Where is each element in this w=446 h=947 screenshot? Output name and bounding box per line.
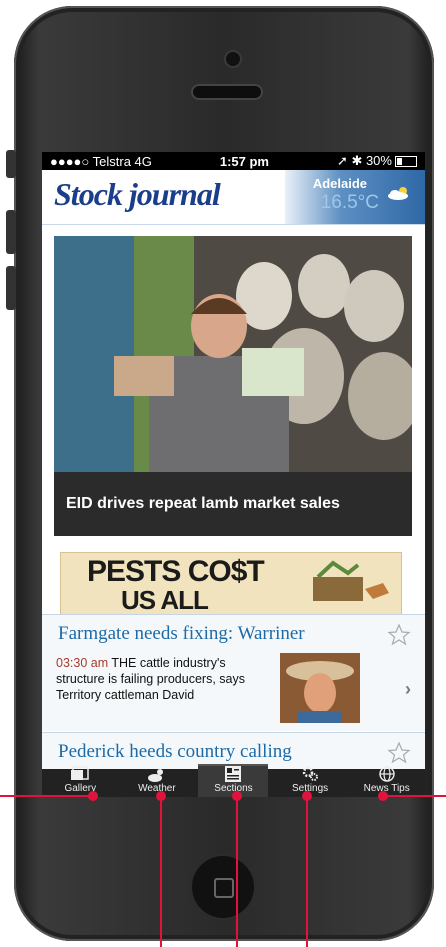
- weather-widget[interactable]: Adelaide 16.5°C: [285, 170, 425, 224]
- sections-icon: [225, 766, 242, 782]
- annotation-line-gallery: [0, 795, 92, 797]
- annotation-line-news-tips: [382, 795, 446, 797]
- weather-icon: [147, 769, 163, 782]
- advertisement-banner[interactable]: PESTS CO$T US ALL: [42, 546, 425, 616]
- annotation-line-settings: [306, 797, 308, 947]
- annotation-line-weather: [160, 797, 162, 947]
- ad-image: PESTS CO$T US ALL: [60, 552, 402, 616]
- globe-icon: [378, 766, 395, 782]
- chevron-right-icon[interactable]: ›: [405, 679, 411, 700]
- favorite-star-icon[interactable]: [387, 623, 411, 647]
- battery-icon: [394, 156, 417, 168]
- battery-indicator: ➚ ✱ 30%: [337, 153, 417, 169]
- favorite-star-icon[interactable]: [387, 741, 411, 765]
- article-title: Farmgate needs fixing: Warriner: [58, 623, 305, 644]
- pests-illustration: [313, 560, 389, 601]
- article-title: Pederick heeds country calling: [58, 741, 292, 762]
- home-button[interactable]: [192, 856, 254, 918]
- volume-up-button: [6, 210, 16, 254]
- hero-headline: EID drives repeat lamb market sales: [54, 472, 412, 536]
- annotation-dot-sections: [232, 791, 242, 801]
- article-time: 03:30 am: [56, 656, 109, 670]
- weather-city: Adelaide: [312, 176, 367, 191]
- gallery-icon: [71, 766, 90, 780]
- volume-down-button: [6, 266, 16, 310]
- annotation-dot-settings: [302, 791, 312, 801]
- app-logo[interactable]: Stock journal: [54, 176, 221, 213]
- app-screen: ●●●●○ Telstra 4G 1:57 pm ➚ ✱ 30% Stock j…: [42, 152, 425, 797]
- front-camera: [226, 52, 240, 66]
- mute-switch: [6, 150, 16, 178]
- clock: 1:57 pm: [219, 153, 269, 169]
- cloud-sun-icon: [388, 187, 408, 200]
- earpiece-speaker: [193, 86, 261, 98]
- status-bar: ●●●●○ Telstra 4G 1:57 pm ➚ ✱ 30%: [42, 152, 425, 170]
- annotation-dot-news-tips: [378, 791, 388, 801]
- carrier-label: ●●●●○ Telstra 4G: [50, 153, 152, 169]
- settings-icon: [302, 766, 319, 781]
- annotation-dot-gallery: [88, 791, 98, 801]
- annotation-dot-weather: [156, 791, 166, 801]
- annotation-line-sections: [236, 797, 238, 947]
- article-card[interactable]: Farmgate needs fixing: Warriner 03:30 am…: [42, 614, 425, 731]
- tab-gallery[interactable]: Gallery: [45, 766, 115, 797]
- ad-line2: US ALL: [121, 585, 209, 615]
- hero-story[interactable]: EID drives repeat lamb market sales: [54, 236, 412, 536]
- ad-line1: PESTS CO$T: [87, 555, 265, 588]
- app-header: Stock journal Adelaide 16.5°C: [42, 170, 425, 225]
- weather-temperature: 16.5°C: [320, 192, 379, 213]
- article-summary: 03:30 am THE cattle industry's structure…: [56, 656, 245, 702]
- article-thumbnail: [280, 653, 360, 723]
